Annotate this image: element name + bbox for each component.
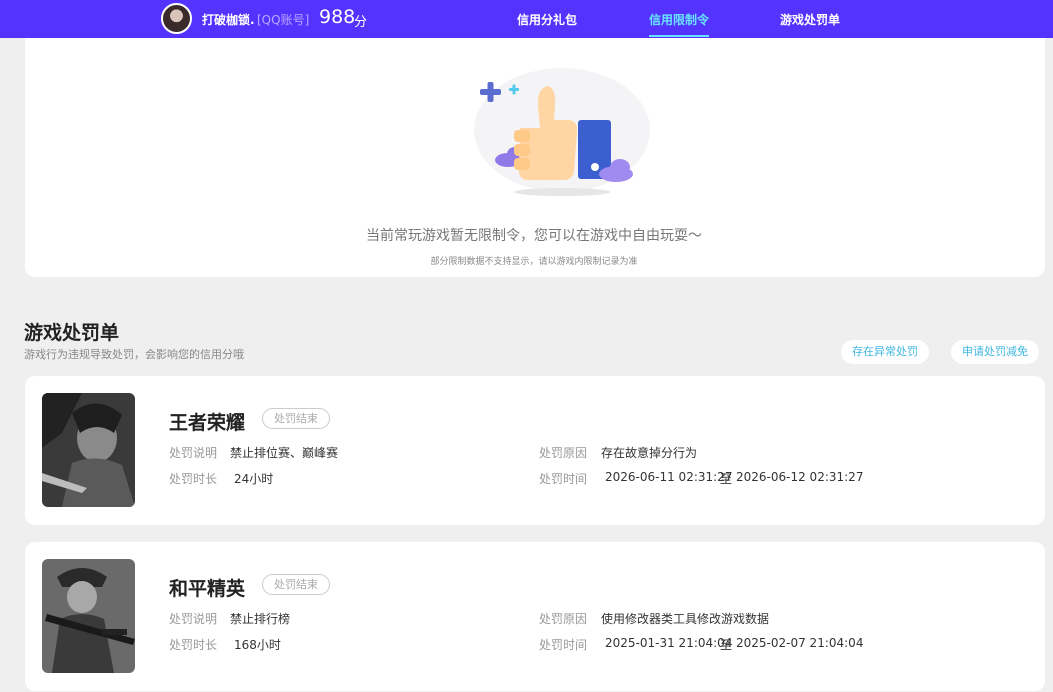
apply-penalty-reduction-button[interactable]: 申请处罚减免: [951, 340, 1039, 364]
penalty-time-end: 2026-06-12 02:31:27: [736, 470, 864, 484]
penalty-time-start: 2026-06-11 02:31:27: [605, 470, 733, 484]
empty-state-title: 当前常玩游戏暂无限制令，您可以在游戏中自由玩耍～: [366, 228, 702, 244]
penalty-reason-value: 使用修改器类工具修改游戏数据: [601, 612, 770, 626]
username: 打破枷锁.: [202, 13, 255, 27]
tab-game-penalty[interactable]: 游戏处罚单: [780, 11, 840, 28]
empty-state-subtitle: 部分限制数据不支持显示，请以游戏内限制记录为准: [430, 257, 638, 267]
restriction-card: 当前常玩游戏暂无限制令，您可以在游戏中自由玩耍～ 部分限制数据不支持显示，请以游…: [25, 30, 1045, 277]
penalty-time-start: 2025-01-31 21:04:04: [605, 636, 733, 650]
penalty-description-value: 禁止排行榜: [230, 612, 291, 626]
game-cover-image: [42, 559, 135, 673]
credit-score-unit: 分: [354, 15, 368, 30]
game-name: 王者荣耀: [169, 412, 246, 434]
report-abnormal-penalty-button[interactable]: 存在异常处罚: [841, 340, 929, 364]
game-cover-image: [42, 393, 135, 507]
penalty-description-label: 处罚说明: [169, 446, 218, 460]
penalty-duration-label: 处罚时长: [169, 638, 218, 652]
section-title: 游戏处罚单: [24, 322, 120, 344]
status-badge: 处罚结束: [262, 574, 330, 595]
game-name: 和平精英: [169, 578, 246, 600]
penalty-reason-label: 处罚原因: [539, 446, 588, 460]
penalty-duration-value: 168小时: [234, 638, 281, 652]
penalty-duration-value: 24小时: [234, 472, 274, 486]
penalty-reason-label: 处罚原因: [539, 612, 588, 626]
thumbs-up-icon: [474, 68, 650, 196]
penalty-time-separator: 至: [720, 472, 733, 486]
penalty-time-label: 处罚时间: [539, 638, 588, 652]
penalty-record-card: 和平精英 处罚结束 处罚说明 禁止排行榜 处罚时长 168小时 处罚原因 使用修…: [25, 542, 1045, 691]
penalty-description-label: 处罚说明: [169, 612, 218, 626]
active-tab-indicator: [649, 35, 709, 37]
tab-credit-restriction[interactable]: 信用限制令: [649, 11, 709, 28]
penalty-time-label: 处罚时间: [539, 472, 588, 486]
top-navigation-bar: 打破枷锁. [QQ账号] 988 分 信用分礼包 信用限制令 游戏处罚单: [0, 0, 1053, 38]
penalty-time-end: 2025-02-07 21:04:04: [736, 636, 864, 650]
penalty-description-value: 禁止排位赛、巅峰赛: [230, 446, 339, 460]
section-subtitle: 游戏行为违规导致处罚，会影响您的信用分哦: [24, 348, 244, 361]
penalty-record-card: 王者荣耀 处罚结束 处罚说明 禁止排位赛、巅峰赛 处罚时长 24小时 处罚原因 …: [25, 376, 1045, 525]
penalty-reason-value: 存在故意掉分行为: [601, 446, 698, 460]
status-badge: 处罚结束: [262, 408, 330, 429]
avatar[interactable]: [161, 3, 192, 34]
penalty-time-separator: 至: [720, 638, 733, 652]
credit-score: 988: [319, 6, 356, 28]
penalty-duration-label: 处罚时长: [169, 472, 218, 486]
tab-credit-gift[interactable]: 信用分礼包: [517, 11, 577, 28]
account-type-tag: [QQ账号]: [257, 13, 310, 27]
